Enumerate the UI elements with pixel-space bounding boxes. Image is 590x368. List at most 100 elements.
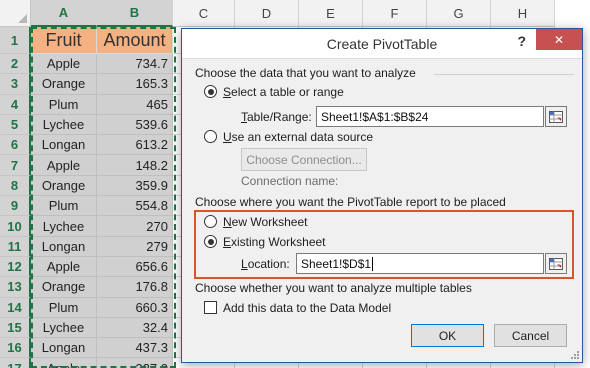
column-header-a[interactable]: A [31,0,97,27]
select-all-corner[interactable] [0,0,31,27]
create-pivottable-dialog: Create PivotTable ? ✕ Choose the data th… [181,28,583,363]
fruit-cell[interactable]: Plum [31,297,97,318]
dialog-titlebar: Create PivotTable ? ✕ [182,29,582,58]
existing-worksheet-accel: E [223,235,232,249]
column-header-b[interactable]: B [97,0,173,27]
fruit-cell[interactable]: Apple [31,358,97,368]
connection-name-label: Connection name: [241,174,339,188]
choose-connection-button[interactable]: Choose Connection... [241,148,367,171]
fruit-cell[interactable]: Orange [31,175,97,197]
amount-cell[interactable]: 327.0 [97,358,173,368]
amount-cell[interactable]: 437.3 [97,338,173,359]
radio-selected-dot [207,88,214,95]
row-header[interactable]: 14 [0,297,31,318]
amount-header-cell[interactable]: Amount [97,27,173,54]
column-header-d[interactable]: D [235,0,299,27]
amount-cell[interactable]: 176.8 [97,277,173,298]
row-header[interactable]: 5 [0,114,31,136]
data-model-checkbox[interactable] [204,301,217,314]
amount-cell[interactable]: 32.4 [97,317,173,339]
select-table-label[interactable]: Select a table or range [223,85,344,99]
fruit-cell[interactable]: Orange [31,277,97,298]
row-header[interactable]: 17 [0,358,31,368]
fruit-cell[interactable]: Longan [31,338,97,359]
amount-cell[interactable]: 165.3 [97,74,173,95]
row-header[interactable]: 13 [0,277,31,298]
row-header[interactable]: 12 [0,256,31,278]
fruit-cell[interactable]: Lychee [31,114,97,136]
location-value: Sheet1!$D$1 [301,256,372,271]
cancel-button[interactable]: Cancel [494,324,567,347]
range-selector-icon [549,110,563,123]
row-header[interactable]: 9 [0,196,31,217]
location-accel: L [241,257,248,271]
existing-worksheet-label[interactable]: Existing Worksheet [223,235,326,249]
amount-cell[interactable]: 148.2 [97,155,173,176]
data-model-label[interactable]: Add this data to the Data Model [223,301,391,315]
row-header[interactable]: 11 [0,236,31,257]
fruit-cell[interactable]: Longan [31,135,97,156]
row-header[interactable]: 8 [0,175,31,197]
new-worksheet-radio[interactable] [204,215,217,228]
existing-worksheet-radio[interactable] [204,235,217,248]
amount-cell[interactable]: 270 [97,216,173,237]
amount-cell[interactable]: 660.3 [97,297,173,318]
row-header[interactable]: 2 [0,54,31,75]
select-table-radio[interactable] [204,85,217,98]
select-table-accel: S [223,85,232,99]
table-range-input[interactable]: Sheet1!$A$1:$B$24 [316,106,544,127]
row-header[interactable]: 1 [0,27,31,54]
column-header-e[interactable]: E [299,0,363,27]
amount-cell[interactable]: 279 [97,236,173,257]
collapse-location-button[interactable] [545,253,567,274]
external-source-text: se an external data source [231,130,374,144]
column-headers: ABCDEFGH [31,0,555,27]
resize-grip-icon[interactable] [569,349,579,359]
fruit-header-cell[interactable]: Fruit [31,27,97,54]
new-worksheet-label[interactable]: New Worksheet [223,215,307,229]
amount-cell[interactable]: 539.6 [97,114,173,136]
fruit-cell[interactable]: Plum [31,196,97,217]
collapse-range-button[interactable] [545,106,567,127]
external-source-accel: U [223,130,232,144]
fruit-cell[interactable]: Apple [31,256,97,278]
column-header-f[interactable]: F [363,0,427,27]
location-label: Location: [241,257,290,271]
row-header[interactable]: 6 [0,135,31,156]
column-header-h[interactable]: H [491,0,555,27]
radio-selected-dot [207,238,214,245]
row-header[interactable]: 3 [0,74,31,95]
row-header[interactable]: 7 [0,155,31,176]
row-header[interactable]: 4 [0,94,31,115]
amount-cell[interactable]: 656.6 [97,256,173,278]
text-caret [372,256,374,271]
select-all-triangle-icon [18,14,27,23]
fruit-cell[interactable]: Lychee [31,317,97,339]
location-input[interactable]: Sheet1!$D$1 [296,253,544,274]
column-header-c[interactable]: C [173,0,235,27]
amount-cell[interactable]: 359.9 [97,175,173,197]
section-divider [434,74,574,75]
row-header[interactable]: 10 [0,216,31,237]
amount-cell[interactable]: 554.8 [97,196,173,217]
fruit-cell[interactable]: Apple [31,54,97,75]
new-worksheet-text: ew Worksheet [231,215,308,229]
close-button[interactable]: ✕ [536,29,582,50]
row-header[interactable]: 15 [0,317,31,339]
help-icon[interactable]: ? [517,33,526,49]
column-header-g[interactable]: G [427,0,491,27]
amount-cell[interactable]: 465 [97,94,173,115]
dialog-body: Choose the data that you want to analyze… [182,58,582,362]
row-header[interactable]: 16 [0,338,31,359]
external-source-radio[interactable] [204,130,217,143]
section-placement-label: Choose where you want the PivotTable rep… [195,195,506,209]
fruit-cell[interactable]: Lychee [31,216,97,237]
external-source-label[interactable]: Use an external data source [223,130,373,144]
fruit-cell[interactable]: Plum [31,94,97,115]
ok-button[interactable]: OK [411,324,484,347]
fruit-cell[interactable]: Orange [31,74,97,95]
amount-cell[interactable]: 613.2 [97,135,173,156]
fruit-cell[interactable]: Longan [31,236,97,257]
amount-cell[interactable]: 734.7 [97,54,173,75]
fruit-cell[interactable]: Apple [31,155,97,176]
